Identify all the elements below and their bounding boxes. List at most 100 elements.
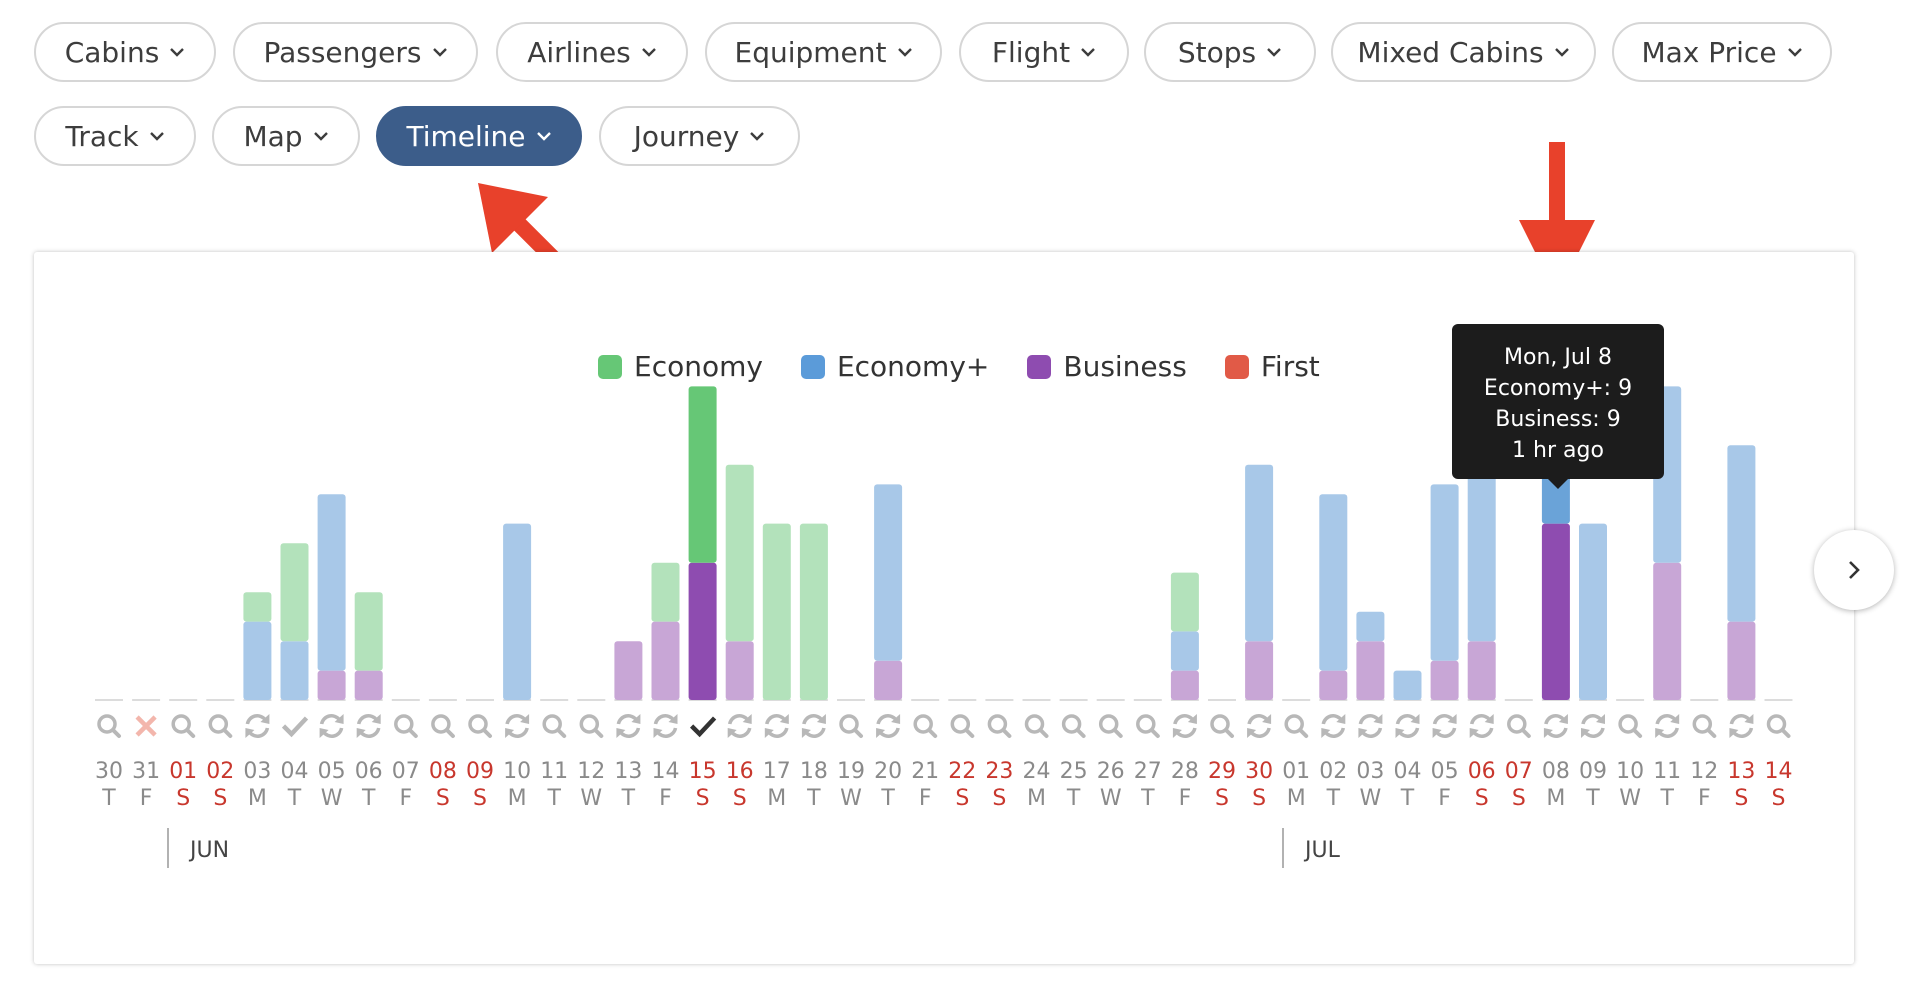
weekday-label: S [733,786,747,811]
bar-business[interactable] [874,660,903,700]
weekday-label: F [919,786,932,811]
refresh-icon [507,727,529,738]
day-number-label: 04 [1394,759,1422,784]
search-icon-handle [482,728,492,738]
refresh-icon [1358,714,1380,725]
bar-economy[interactable] [354,592,383,671]
refresh-icon [767,727,789,738]
day-number-label: 30 [1245,759,1273,784]
weekday-label: T [1659,786,1674,811]
day-number-label: 09 [1579,759,1607,784]
bar-business[interactable] [1430,660,1459,700]
day-number-label: 25 [1060,759,1088,784]
bar-business[interactable] [1170,670,1199,700]
weekday-label: F [1179,786,1192,811]
refresh-icon [1321,714,1343,725]
bar-business[interactable] [651,621,680,700]
bar-business[interactable] [614,641,643,700]
refresh-icon [1395,714,1417,725]
bar-economy-plus[interactable] [503,523,532,700]
bar-economy-plus[interactable] [1170,631,1199,671]
bar-business[interactable] [1653,562,1682,700]
day-number-label: 18 [800,759,828,784]
weekday-label: T [1400,786,1415,811]
day-number-label: 13 [614,759,642,784]
day-number-label: 06 [355,759,383,784]
weekday-label: S [1772,786,1786,811]
search-icon-handle [111,728,121,738]
day-number-label: 24 [1023,759,1051,784]
weekday-label: M [767,786,786,811]
refresh-icon [1175,727,1197,738]
bar-business[interactable] [1356,641,1385,700]
bar-economy-plus[interactable] [1727,445,1756,622]
day-number-label: 31 [132,759,160,784]
day-number-label: 01 [1282,759,1310,784]
day-number-label: 05 [1431,759,1459,784]
bar-economy[interactable] [688,386,717,563]
bar-economy-plus[interactable] [1245,464,1274,642]
refresh-icon [1583,727,1605,738]
weekday-label: S [213,786,227,811]
bar-economy-plus[interactable] [1579,523,1607,700]
bar-business[interactable] [688,562,717,700]
refresh-icon [727,714,750,725]
bar-economy-plus[interactable] [1393,670,1422,700]
bar-economy[interactable] [725,464,754,642]
bar-business[interactable] [1467,641,1496,700]
day-number-label: 06 [1468,759,1496,784]
tooltip-line: 1 hr ago [1512,438,1604,463]
weekday-label: W [1100,786,1122,811]
timeline-bar-chart: 30T31F01S02S03M04T05W06T07F08S09S10M11T1… [95,347,1793,868]
search-icon-handle [222,728,233,738]
refresh-icon [1323,727,1346,738]
refresh-icon [765,714,787,725]
bar-economy-plus[interactable] [1467,464,1496,642]
bar-economy-plus[interactable] [280,641,309,700]
bar-economy-plus[interactable] [874,484,903,661]
day-number-label: 19 [837,759,865,784]
bar-economy[interactable] [1170,572,1199,632]
bar-business[interactable] [1727,621,1756,700]
weekday-label: W [1360,786,1382,811]
day-number-label: 03 [243,759,271,784]
chart-tooltip: Mon, Jul 8 Economy+: 9 Business: 9 1 hr … [1452,324,1664,489]
day-number-label: 04 [281,759,309,784]
refresh-icon [1469,714,1492,725]
search-icon-handle [1224,728,1234,738]
bar-business[interactable] [1319,670,1348,700]
bar-business[interactable] [1245,641,1274,700]
bar-economy-plus[interactable] [1319,494,1348,671]
bar-business[interactable] [354,670,383,700]
day-number-label: 23 [985,759,1013,784]
weekday-label: T [1326,786,1341,811]
refresh-icon [1173,714,1195,725]
bar-economy[interactable] [243,592,272,622]
bar-economy[interactable] [280,543,309,642]
weekday-label: M [1287,786,1306,811]
day-number-label: 01 [169,759,197,784]
weekday-label: S [1475,786,1489,811]
bar-economy[interactable] [651,562,680,622]
refresh-icon [245,714,267,725]
weekday-label: M [1546,786,1565,811]
month-label: JUL [1303,838,1341,863]
day-number-label: 30 [95,759,123,784]
bar-economy-plus[interactable] [317,494,346,671]
weekday-label: M [248,786,267,811]
bar-economy-plus[interactable] [243,621,272,700]
bar-economy-plus[interactable] [1430,484,1459,661]
refresh-icon [802,714,824,725]
bar-business[interactable] [1541,523,1570,700]
bar-economy[interactable] [799,523,828,700]
search-icon-handle [1780,728,1791,738]
bar-business[interactable] [317,670,346,700]
chevron-right-icon [1849,561,1860,579]
next-page-button[interactable] [1814,530,1894,610]
check-icon [281,716,309,738]
bar-economy[interactable] [762,523,791,700]
day-number-label: 14 [1765,759,1793,784]
bar-economy-plus[interactable] [1356,611,1385,642]
weekday-label: T [101,786,116,811]
bar-business[interactable] [725,641,754,700]
